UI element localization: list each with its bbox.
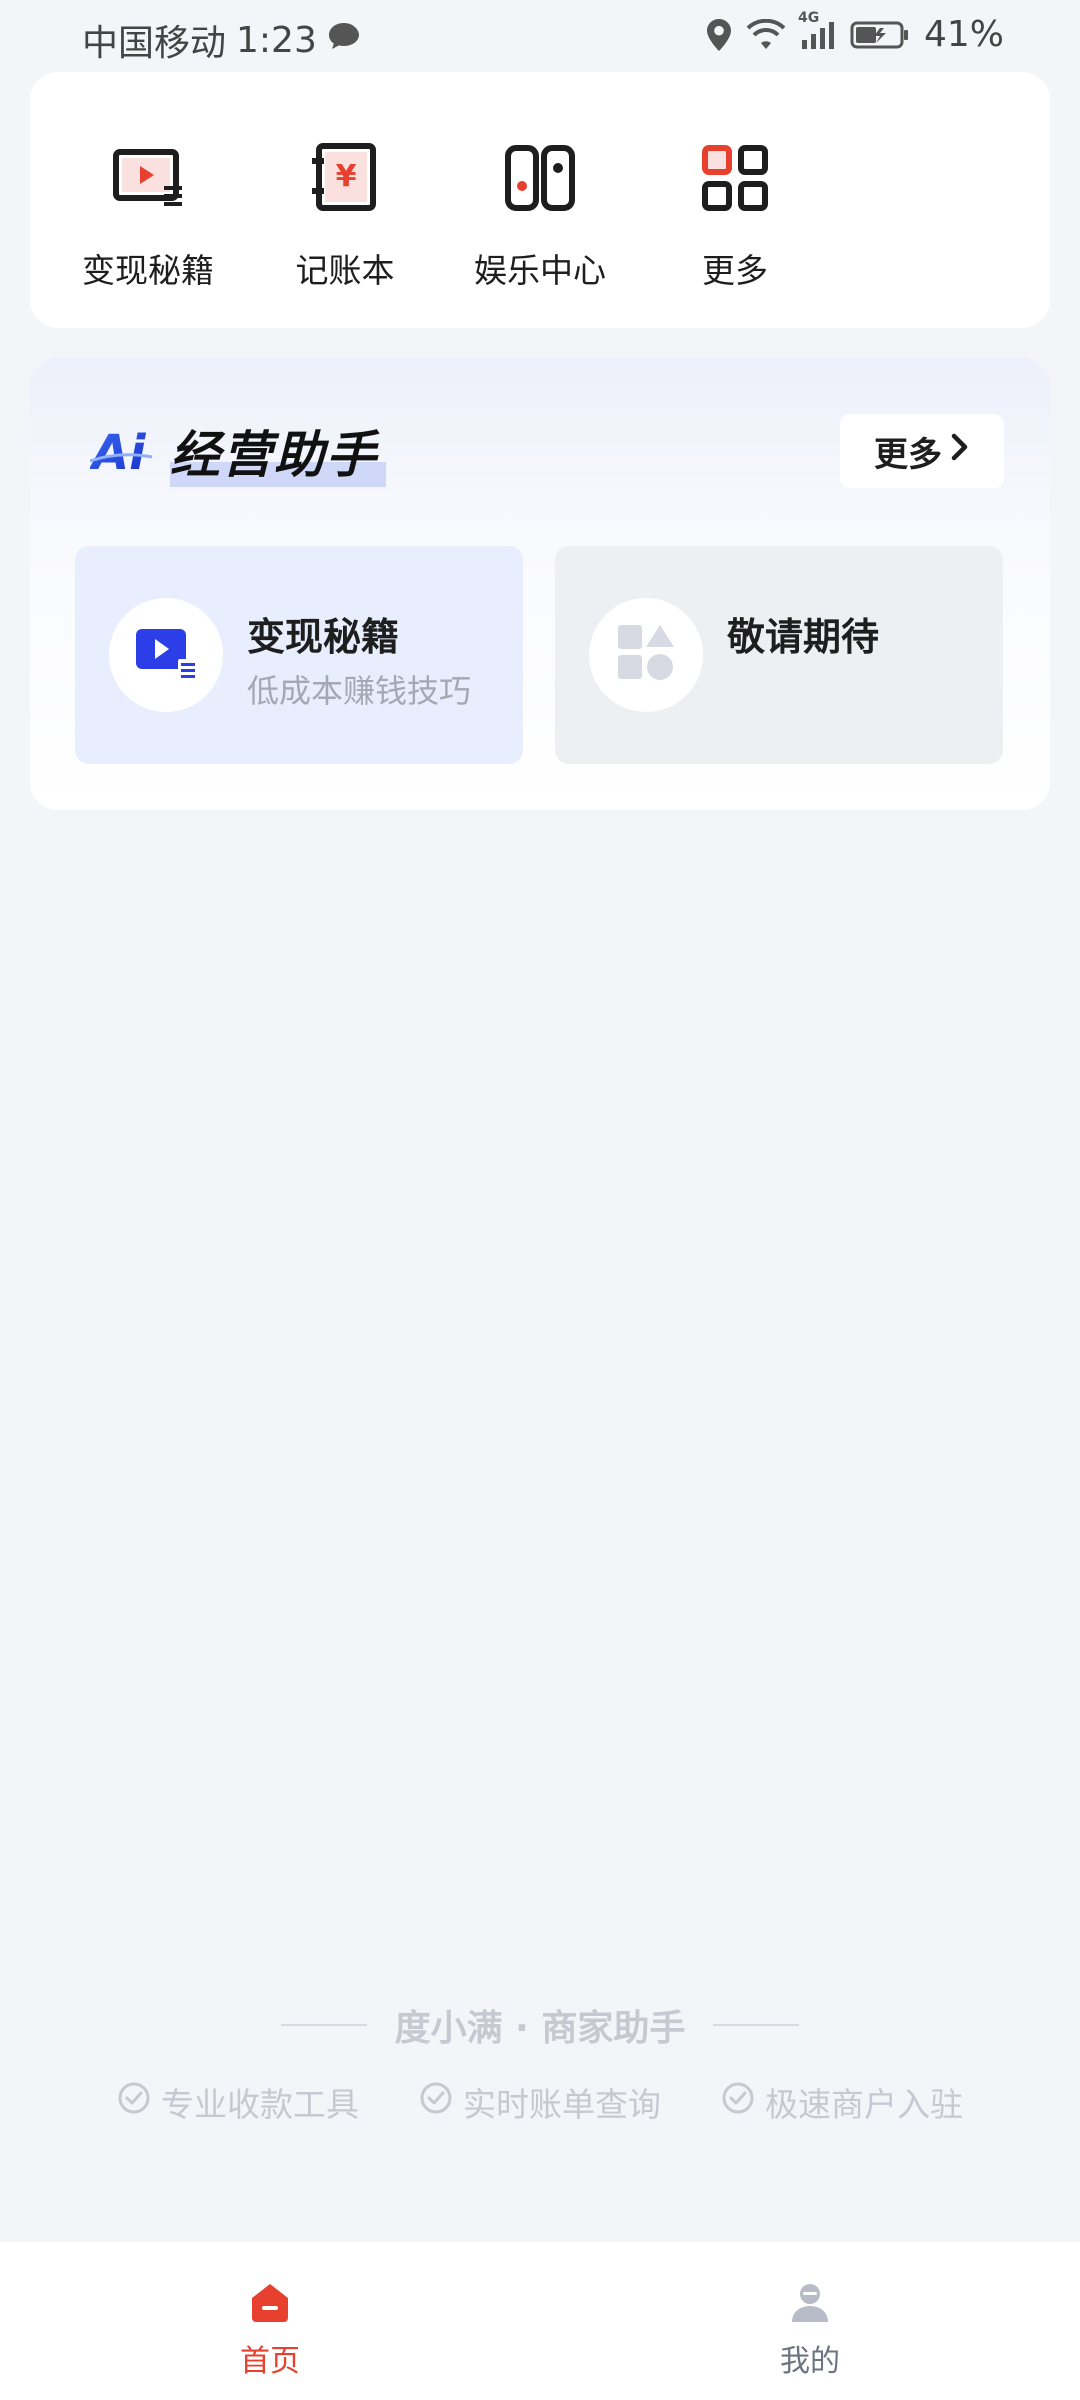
grid-apps-icon [699, 142, 771, 214]
ai-assistant-title: Ai 经营助手 [90, 415, 386, 487]
more-button[interactable]: 更多 [840, 414, 1004, 488]
feature-item: 极速商户入驻 [721, 2078, 963, 2126]
feature-item: 实时账单查询 [419, 2078, 661, 2126]
feature-item: 专业收款工具 [117, 2078, 359, 2126]
network-type: 4G [797, 9, 820, 26]
check-circle-icon [721, 2081, 755, 2123]
chevron-right-icon [950, 431, 970, 471]
battery-icon [850, 20, 910, 50]
brand-text: 度小满 · 商家助手 [394, 2008, 686, 2049]
features-row: 专业收款工具 实时账单查询 极速商户入驻 [0, 2076, 1080, 2128]
quick-action-label: 娱乐中心 [474, 251, 606, 290]
video-list-icon [112, 142, 184, 214]
tile-title: 敬请期待 [727, 615, 880, 659]
feature-label: 实时账单查询 [463, 2085, 661, 2124]
tile-title: 变现秘籍 [247, 615, 400, 659]
tile-icon-circle [589, 598, 703, 712]
quick-action-label: 更多 [702, 251, 768, 290]
nav-label-mine: 我的 [780, 2344, 840, 2379]
app-screen: 中国移动 1:23 4G 41% 变现秘籍 ¥ 记账本 娱乐中心 更多 Ai 经… [0, 0, 1080, 2400]
brand-line: 度小满 · 商家助手 [0, 2000, 1080, 2050]
quick-action-more[interactable]: 更多 [645, 142, 825, 292]
quick-action-ledger[interactable]: ¥ 记账本 [255, 142, 435, 292]
clock-time: 1:23 [236, 19, 317, 61]
feature-tile-coming-soon[interactable]: 敬请期待 [555, 546, 1003, 764]
tile-subtitle: 低成本赚钱技巧 [247, 672, 472, 710]
quick-action-label: 记账本 [295, 251, 395, 290]
check-circle-icon [419, 2081, 453, 2123]
feature-label: 专业收款工具 [161, 2085, 359, 2124]
shapes-icon [616, 623, 676, 687]
divider-line [280, 2024, 367, 2026]
ai-logo-icon: Ai [90, 425, 153, 481]
bottom-nav: 首页 我的 [0, 2242, 1080, 2400]
user-icon [788, 2280, 832, 2328]
message-icon [327, 20, 361, 61]
more-button-label: 更多 [874, 434, 942, 475]
quick-actions-card: 变现秘籍 ¥ 记账本 娱乐中心 更多 [30, 72, 1050, 328]
check-circle-icon [117, 2081, 151, 2123]
ledger-book-icon: ¥ [309, 142, 381, 214]
home-icon [248, 2280, 292, 2328]
battery-percent: 41% [923, 14, 1004, 55]
svg-text:¥: ¥ [336, 159, 357, 194]
ai-section-title: 经营助手 [170, 415, 386, 487]
location-icon [706, 18, 732, 52]
game-console-icon [504, 142, 576, 214]
feature-label: 极速商户入驻 [765, 2085, 963, 2124]
nav-label-home: 首页 [240, 2344, 300, 2379]
quick-action-label: 变现秘籍 [82, 251, 214, 290]
status-bar: 中国移动 1:23 4G 41% [0, 0, 1080, 72]
feature-tile-monetize[interactable]: 变现秘籍 低成本赚钱技巧 [75, 546, 523, 764]
signal-icon: 4G [798, 10, 836, 50]
nav-tab-home[interactable]: 首页 [170, 2280, 370, 2390]
quick-action-entertainment[interactable]: 娱乐中心 [450, 142, 630, 292]
video-list-icon [134, 625, 198, 685]
ai-logo-text: Ai [90, 425, 146, 481]
nav-tab-mine[interactable]: 我的 [710, 2280, 910, 2390]
divider-line [713, 2024, 800, 2026]
quick-action-monetize[interactable]: 变现秘籍 [58, 142, 238, 292]
tile-icon-circle [109, 598, 223, 712]
carrier-name: 中国移动 [82, 23, 227, 64]
ai-assistant-card: Ai 经营助手 更多 变现秘籍 低成本赚钱技巧 敬请期待 [30, 358, 1050, 810]
status-left: 中国移动 1:23 [82, 14, 361, 66]
status-right: 4G 41% [706, 10, 1004, 55]
wifi-icon [746, 18, 786, 51]
